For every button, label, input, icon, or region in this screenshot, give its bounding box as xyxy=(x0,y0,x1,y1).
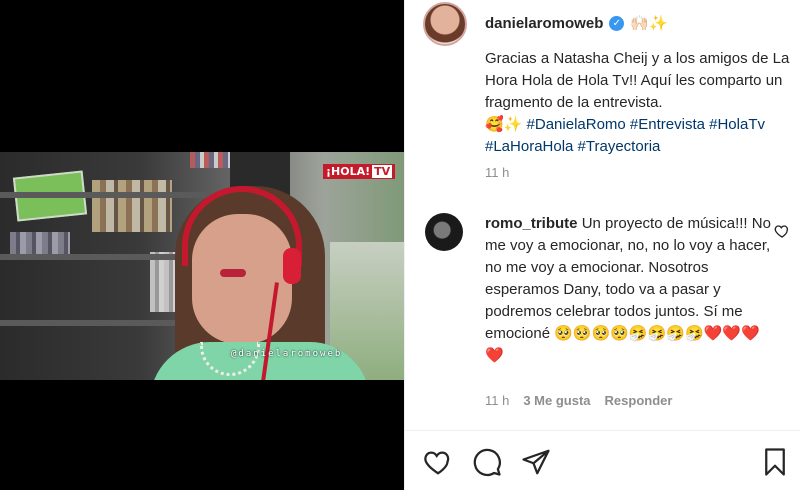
heart-icon[interactable] xyxy=(423,447,453,477)
post-timestamp[interactable]: 11 h xyxy=(485,165,509,180)
reply-button[interactable]: Responder xyxy=(605,393,673,408)
logo-text: ¡HOLA! xyxy=(326,165,371,178)
comment-text: Un proyecto de música!!! No me voy a emo… xyxy=(485,215,771,364)
post-caption: Gracias a Natasha Cheij y a los amigos d… xyxy=(485,48,790,158)
post-panel: danielaromoweb ✓ 🙌🏻✨ Gracias a Natasha C… xyxy=(404,0,800,490)
share-icon[interactable] xyxy=(521,447,551,477)
shelf xyxy=(0,320,200,326)
logo-tv-text: TV xyxy=(372,165,393,178)
avatar[interactable] xyxy=(423,2,467,46)
video-watermark: @danielaromoweb xyxy=(231,349,343,359)
shelf xyxy=(0,192,230,198)
bookshelf-books xyxy=(190,152,230,168)
person-lips xyxy=(220,269,246,277)
header-emojis: 🙌🏻✨ xyxy=(630,15,668,32)
comment-heart-icon[interactable] xyxy=(774,223,790,239)
comment-avatar[interactable] xyxy=(425,213,463,251)
caption-text: Gracias a Natasha Cheij y a los amigos d… xyxy=(485,50,790,111)
bookshelf-books xyxy=(10,232,70,256)
caption-emojis: 🥰✨ xyxy=(485,116,523,133)
post-actions xyxy=(405,430,800,490)
person-shirt xyxy=(150,342,370,380)
verified-icon: ✓ xyxy=(609,15,625,31)
bookshelf-books xyxy=(92,180,172,232)
comment-body: romo_tribute Un proyecto de música!!! No… xyxy=(485,213,775,367)
post-media[interactable]: ¡HOLA! TV @danielaromoweb xyxy=(0,0,404,490)
post-username[interactable]: danielaromoweb xyxy=(485,15,603,32)
comment-username[interactable]: romo_tribute xyxy=(485,215,578,232)
post-header: danielaromoweb ✓ 🙌🏻✨ xyxy=(405,0,800,46)
hola-tv-logo: ¡HOLA! TV xyxy=(323,164,396,179)
headphones-cup xyxy=(283,248,301,284)
video-frame[interactable]: ¡HOLA! TV @danielaromoweb xyxy=(0,152,404,380)
comment-meta: 11 h 3 Me gusta Responder xyxy=(485,393,672,408)
comment-timestamp[interactable]: 11 h xyxy=(485,393,509,408)
comment-likes[interactable]: 3 Me gusta xyxy=(523,393,590,408)
comment-icon[interactable] xyxy=(472,447,502,477)
caption-hashtags[interactable]: #DanielaRomo #Entrevista #HolaTv #LaHora… xyxy=(485,116,765,155)
save-icon[interactable] xyxy=(760,447,790,477)
